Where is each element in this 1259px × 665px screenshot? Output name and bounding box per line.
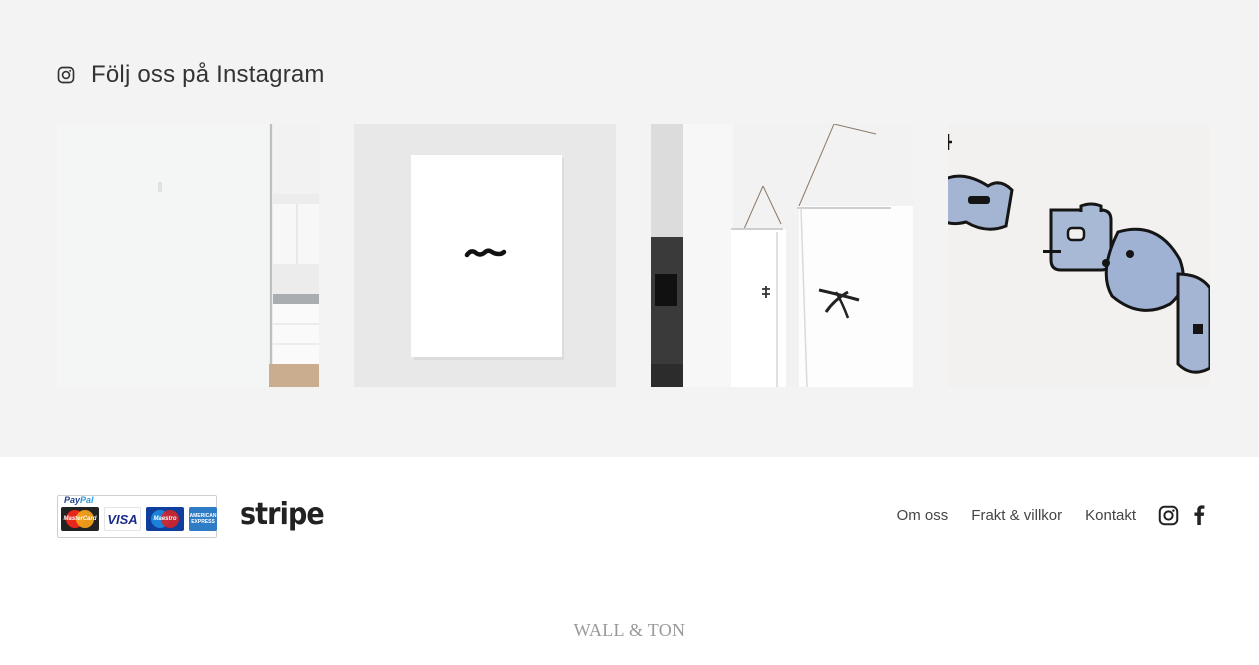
mastercard-logo: MasterCard: [61, 507, 99, 531]
paypal-pal: Pal: [80, 495, 94, 505]
instagram-post-1[interactable]: [57, 124, 319, 387]
footer-nav: Om oss Frakt & villkor Kontakt: [897, 504, 1210, 526]
instagram-icon[interactable]: [1157, 504, 1179, 526]
amex-logo: AMERICAN EXPRESS: [189, 507, 217, 531]
footer: PayPal MasterCard VISA Maestro AMERICAN …: [0, 457, 1259, 665]
stripe-logo: stripe: [240, 497, 325, 532]
maestro-logo: Maestro: [146, 507, 184, 531]
instagram-section: Följ oss på Instagram: [0, 0, 1259, 457]
paypal-logo: PayPal: [64, 495, 94, 505]
payment-methods-badge: PayPal MasterCard VISA Maestro AMERICAN …: [57, 495, 217, 538]
instagram-heading-text: Följ oss på Instagram: [91, 61, 325, 88]
instagram-post-3[interactable]: [651, 124, 913, 387]
instagram-post-2[interactable]: [354, 124, 616, 387]
instagram-post-4[interactable]: [948, 124, 1210, 387]
footer-link-about[interactable]: Om oss: [897, 507, 949, 524]
paypal-pay: Pay: [64, 495, 81, 505]
brand-logo[interactable]: WALL & TON: [0, 620, 1259, 641]
footer-link-contact[interactable]: Kontakt: [1085, 507, 1136, 524]
instagram-heading: Följ oss på Instagram: [57, 58, 325, 92]
visa-logo: VISA: [104, 507, 141, 531]
card-logos: MasterCard VISA Maestro AMERICAN EXPRESS: [61, 507, 217, 531]
instagram-icon[interactable]: [57, 66, 75, 84]
instagram-grid: [57, 124, 1210, 387]
footer-link-shipping[interactable]: Frakt & villkor: [971, 507, 1062, 524]
facebook-icon[interactable]: [1188, 504, 1210, 526]
